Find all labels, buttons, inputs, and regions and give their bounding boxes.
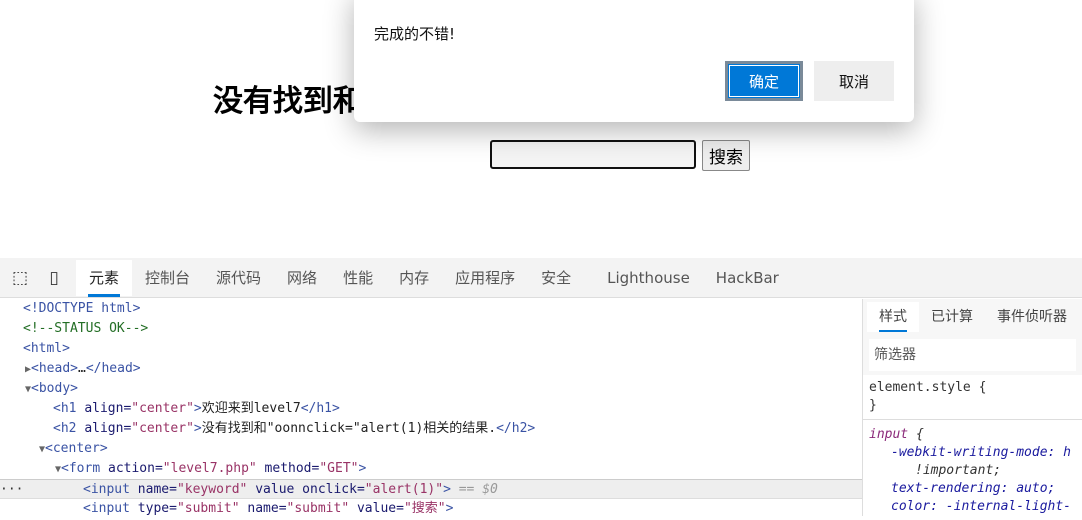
dom-node[interactable]: <h2 align="center">没有找到和"oonnclick="aler… bbox=[0, 419, 862, 439]
tag: <h2 bbox=[53, 421, 85, 436]
tag: <head> bbox=[31, 361, 78, 376]
attr-value: "center" bbox=[131, 401, 194, 416]
styles-filter-input[interactable]: 筛选器 bbox=[869, 339, 1076, 371]
rule-selector: input bbox=[869, 427, 909, 442]
comment: <!--STATUS OK--> bbox=[23, 321, 149, 336]
rule-brace: { bbox=[908, 427, 924, 442]
input-style-rule: input { -webkit-writing-mode: h !importa… bbox=[863, 420, 1082, 520]
attr-value: "keyword" bbox=[176, 482, 248, 497]
styles-pane: 样式 已计算 事件侦听器 筛选器 element.style { } input… bbox=[862, 299, 1082, 520]
tab-styles[interactable]: 样式 bbox=[867, 302, 919, 332]
css-property[interactable]: color: -internal-light- bbox=[869, 498, 1076, 516]
dom-node[interactable]: <!DOCTYPE html> bbox=[0, 299, 862, 319]
css-property[interactable]: text-rendering: auto; bbox=[869, 480, 1076, 498]
attr-value: "level7.php" bbox=[162, 461, 257, 476]
dom-node[interactable]: <html> bbox=[0, 339, 862, 359]
tab-console[interactable]: 控制台 bbox=[132, 260, 203, 296]
cancel-button[interactable]: 取消 bbox=[814, 61, 894, 101]
styles-tabbar: 样式 已计算 事件侦听器 bbox=[863, 299, 1082, 335]
tag: > bbox=[445, 501, 454, 516]
attr-name: align= bbox=[84, 421, 132, 436]
text-node: 没有找到和"oonnclick="alert(1)相关的结果. bbox=[201, 421, 497, 436]
attr-name: type= bbox=[137, 501, 177, 516]
attr-value: "submit" bbox=[286, 501, 350, 516]
alert-dialog: 完成的不错! 确定 取消 bbox=[354, 0, 914, 122]
dom-node[interactable]: ▼<body> bbox=[0, 379, 862, 399]
device-emulation-icon[interactable]: ▯ bbox=[40, 264, 68, 292]
css-property[interactable]: -webkit-writing-mode: h bbox=[869, 444, 1076, 462]
attr-value: "center" bbox=[131, 421, 194, 436]
keyword-input[interactable] bbox=[490, 140, 696, 169]
inspect-element-icon[interactable]: ⬚ bbox=[6, 264, 34, 292]
tab-hackbar[interactable]: HackBar bbox=[703, 260, 792, 296]
tag: <input bbox=[83, 501, 138, 516]
attr-value: "alert(1)" bbox=[364, 482, 444, 497]
dom-node[interactable]: ▼<form action="level7.php" method="GET"> bbox=[0, 459, 862, 479]
tag: <body> bbox=[31, 381, 78, 396]
more-options-icon[interactable]: ··· bbox=[0, 480, 23, 500]
dom-node-selected[interactable]: ··· <input name="keyword" value onclick="… bbox=[0, 479, 862, 499]
doctype: <!DOCTYPE html> bbox=[23, 301, 141, 316]
alert-message: 完成的不错! bbox=[374, 25, 456, 43]
search-button[interactable]: 搜索 bbox=[702, 140, 750, 171]
tag: <center> bbox=[45, 441, 108, 456]
tab-network[interactable]: 网络 bbox=[274, 260, 330, 296]
tab-event-listeners[interactable]: 事件侦听器 bbox=[985, 302, 1079, 332]
attr-name: method= bbox=[256, 461, 320, 476]
attr-value: "GET" bbox=[319, 461, 359, 476]
tab-elements[interactable]: 元素 bbox=[76, 259, 133, 297]
text-node: 欢迎来到level7 bbox=[201, 401, 301, 416]
tag: </h1> bbox=[300, 401, 340, 416]
tab-security[interactable]: 安全 bbox=[528, 260, 584, 296]
attr-value: "submit" bbox=[176, 501, 240, 516]
tab-sources[interactable]: 源代码 bbox=[203, 260, 274, 296]
ok-button[interactable]: 确定 bbox=[725, 61, 803, 101]
rule-selector: element.style { bbox=[869, 380, 987, 395]
attr-name: name= bbox=[137, 482, 177, 497]
tag: <h1 bbox=[53, 401, 85, 416]
tag: </head> bbox=[85, 361, 141, 376]
search-form: 搜索 bbox=[490, 140, 750, 171]
dom-node[interactable]: ▼<center> bbox=[0, 439, 862, 459]
dom-tree: <!DOCTYPE html> <!--STATUS OK--> <html> … bbox=[0, 299, 862, 516]
tag: <html> bbox=[23, 341, 70, 356]
tab-lighthouse[interactable]: Lighthouse bbox=[594, 260, 703, 296]
tab-performance[interactable]: 性能 bbox=[330, 260, 386, 296]
tag: > bbox=[443, 482, 451, 497]
css-property-flag: !important; bbox=[915, 463, 1002, 478]
attr-name: value onclick= bbox=[247, 482, 365, 497]
tag: <input bbox=[83, 482, 138, 497]
tab-computed[interactable]: 已计算 bbox=[919, 302, 985, 332]
attr-name: action= bbox=[108, 461, 163, 476]
attr-name: value= bbox=[349, 501, 404, 516]
rule-brace: } bbox=[869, 398, 877, 413]
dom-node[interactable]: <input type="submit" name="submit" value… bbox=[0, 499, 862, 519]
element-style-rule: element.style { } bbox=[863, 375, 1082, 420]
attr-name: align= bbox=[84, 401, 132, 416]
attr-name: name= bbox=[239, 501, 287, 516]
tag: > bbox=[193, 421, 202, 436]
tab-memory[interactable]: 内存 bbox=[386, 260, 442, 296]
attr-value: "搜索" bbox=[403, 501, 446, 516]
console-ref: == $0 bbox=[450, 482, 498, 497]
dom-node[interactable]: <h1 align="center">欢迎来到level7</h1> bbox=[0, 399, 862, 419]
tag: </h2> bbox=[496, 421, 536, 436]
ellipsis: … bbox=[78, 361, 86, 376]
dom-node[interactable]: ▶<head>…</head> bbox=[0, 359, 862, 379]
tag: > bbox=[358, 461, 367, 476]
tag: <form bbox=[61, 461, 108, 476]
devtools-tabbar: ⬚ ▯ 元素 控制台 源代码 网络 性能 内存 应用程序 安全 Lighthou… bbox=[0, 258, 1082, 298]
tab-application[interactable]: 应用程序 bbox=[442, 260, 528, 296]
devtools-panel: ⬚ ▯ 元素 控制台 源代码 网络 性能 内存 应用程序 安全 Lighthou… bbox=[0, 258, 1082, 520]
tag: > bbox=[193, 401, 202, 416]
dom-node[interactable]: <!--STATUS OK--> bbox=[0, 319, 862, 339]
